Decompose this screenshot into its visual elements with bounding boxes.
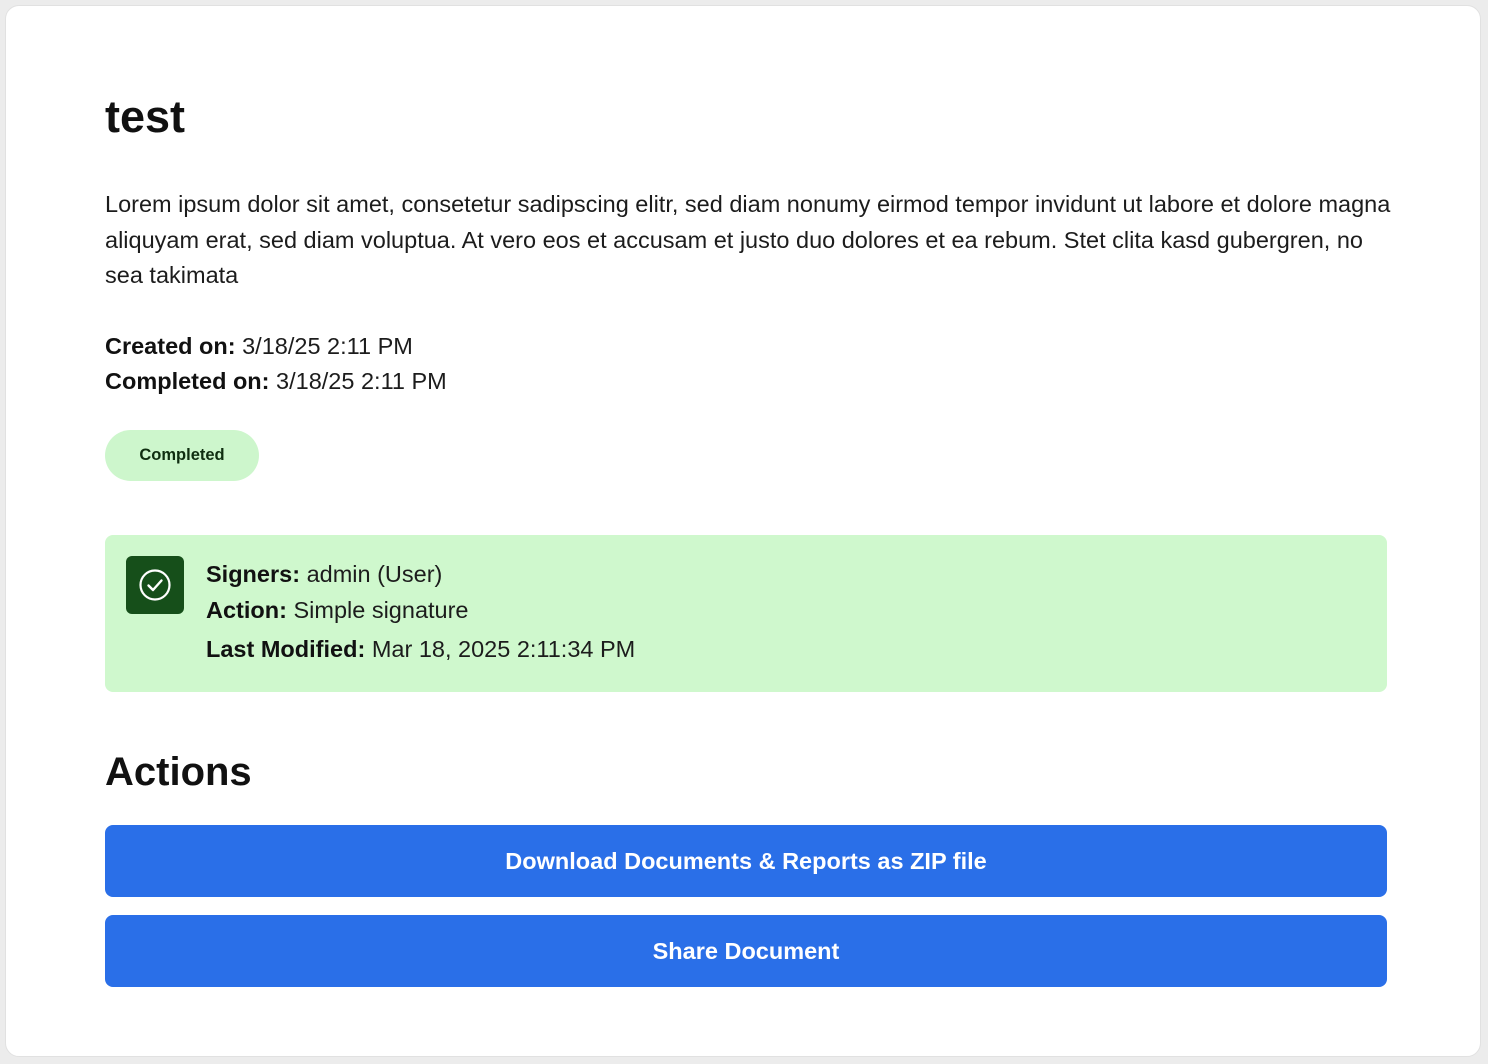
action-row: Action: Simple signature xyxy=(206,592,635,628)
action-value: Simple signature xyxy=(293,597,469,623)
action-label: Action: xyxy=(206,597,287,623)
document-details-card: test Lorem ipsum dolor sit amet, consete… xyxy=(5,5,1481,1057)
signers-row: Signers: admin (User) xyxy=(206,556,635,592)
created-on-row: Created on: 3/18/25 2:11 PM xyxy=(105,329,447,364)
signer-summary-box: Signers: admin (User) Action: Simple sig… xyxy=(105,535,1387,692)
status-badge: Completed xyxy=(105,430,259,481)
completed-on-label: Completed on: xyxy=(105,368,270,394)
created-on-label: Created on: xyxy=(105,333,236,359)
share-document-button[interactable]: Share Document xyxy=(105,915,1387,987)
last-modified-value: Mar 18, 2025 2:11:34 PM xyxy=(371,636,636,662)
signer-details: Signers: admin (User) Action: Simple sig… xyxy=(206,556,635,667)
last-modified-row: Last Modified: Mar 18, 2025 2:11:34 PM xyxy=(206,631,635,667)
created-on-value: 3/18/25 2:11 PM xyxy=(242,333,413,359)
document-dates: Created on: 3/18/25 2:11 PM Completed on… xyxy=(105,329,447,399)
document-description: Lorem ipsum dolor sit amet, consetetur s… xyxy=(105,191,1391,288)
completed-on-row: Completed on: 3/18/25 2:11 PM xyxy=(105,364,447,399)
download-zip-button[interactable]: Download Documents & Reports as ZIP file xyxy=(105,825,1387,897)
actions-heading: Actions xyxy=(105,750,252,794)
document-title: test xyxy=(105,91,186,142)
last-modified-label: Last Modified: xyxy=(206,636,366,662)
signers-label: Signers: xyxy=(206,561,301,587)
signers-value: admin (User) xyxy=(306,561,443,587)
completed-on-value: 3/18/25 2:11 PM xyxy=(276,368,447,394)
check-circle-icon xyxy=(126,556,184,614)
